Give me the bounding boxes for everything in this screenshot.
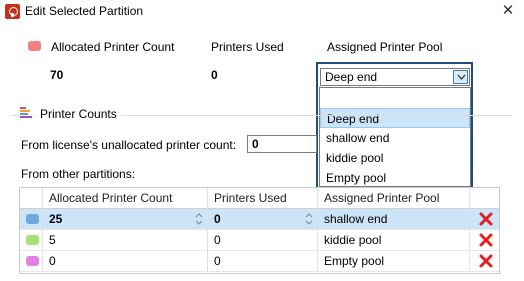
column-header-used[interactable]: Printers Used xyxy=(208,188,318,209)
used-cell[interactable]: 0 xyxy=(208,251,318,272)
dropdown-option-shallow-end[interactable]: shallow end xyxy=(320,128,470,148)
pool-select[interactable]: Deep end xyxy=(320,68,470,86)
allocated-count-header: Allocated Printer Count xyxy=(51,40,175,54)
pool-cell[interactable]: kiddie pool xyxy=(318,230,470,251)
row-color-cell xyxy=(20,209,43,230)
delete-cell xyxy=(470,209,499,230)
partitions-grid: Allocated Printer Count Printers Used As… xyxy=(19,187,500,274)
allocated-value: 25 xyxy=(49,212,63,226)
pool-cell[interactable]: shallow end xyxy=(318,209,470,230)
dropdown-option-empty[interactable] xyxy=(320,88,470,108)
dropdown-option-empty-pool[interactable]: Empty pool xyxy=(320,168,470,188)
table-row[interactable]: 0 0 Empty pool xyxy=(20,251,499,272)
column-header-allocated[interactable]: Allocated Printer Count xyxy=(43,188,208,209)
printer-counts-title: Printer Counts xyxy=(36,107,121,121)
window-title: Edit Selected Partition xyxy=(25,4,144,18)
pool-select-value: Deep end xyxy=(325,70,378,84)
row-color-swatch xyxy=(26,256,39,266)
chevron-down-icon xyxy=(457,74,466,80)
column-header-color xyxy=(20,188,43,209)
dropdown-option-deep-end[interactable]: Deep end xyxy=(320,108,470,128)
allocated-cell[interactable]: 25 xyxy=(43,209,208,230)
printers-used-header: Printers Used xyxy=(211,40,284,54)
delete-icon[interactable] xyxy=(478,253,494,269)
allocated-count-value: 70 xyxy=(50,68,64,82)
spinner-icon[interactable] xyxy=(195,212,203,226)
allocated-cell[interactable]: 5 xyxy=(43,230,208,251)
row-color-swatch xyxy=(26,214,39,224)
allocated-cell[interactable]: 0 xyxy=(43,251,208,272)
bar-chart-icon xyxy=(20,106,34,119)
title-bar: Edit Selected Partition ✕ xyxy=(0,0,524,24)
dropdown-arrow-button[interactable] xyxy=(453,70,468,84)
table-row[interactable]: 5 0 kiddie pool xyxy=(20,230,499,251)
license-count-value: 0 xyxy=(252,137,259,151)
column-header-delete xyxy=(470,188,499,209)
license-count-input[interactable]: 0 xyxy=(247,135,317,153)
delete-icon[interactable] xyxy=(478,232,494,248)
dropdown-option-kiddie-pool[interactable]: kiddie pool xyxy=(320,148,470,168)
delete-icon[interactable] xyxy=(478,211,494,227)
spinner-icon[interactable] xyxy=(305,212,313,226)
row-color-cell xyxy=(20,230,43,251)
assigned-pool-header: Assigned Printer Pool xyxy=(327,40,443,54)
license-count-label: From license's unallocated printer count… xyxy=(21,138,237,152)
pool-cell[interactable]: Empty pool xyxy=(318,251,470,272)
printers-used-value: 0 xyxy=(211,68,218,82)
app-icon xyxy=(5,4,20,19)
close-button[interactable]: ✕ xyxy=(498,1,518,21)
table-row[interactable]: 25 0 shallow end xyxy=(20,209,499,230)
column-header-pool[interactable]: Assigned Printer Pool xyxy=(318,188,470,209)
used-cell[interactable]: 0 xyxy=(208,209,318,230)
partition-color-swatch xyxy=(28,41,41,51)
delete-cell xyxy=(470,251,499,272)
used-cell[interactable]: 0 xyxy=(208,230,318,251)
delete-cell xyxy=(470,230,499,251)
used-value: 0 xyxy=(214,212,221,226)
row-color-swatch xyxy=(26,235,39,245)
pool-dropdown-list: Deep end shallow end kiddie pool Empty p… xyxy=(319,87,471,187)
other-partitions-label: From other partitions: xyxy=(21,167,136,181)
row-color-cell xyxy=(20,251,43,272)
